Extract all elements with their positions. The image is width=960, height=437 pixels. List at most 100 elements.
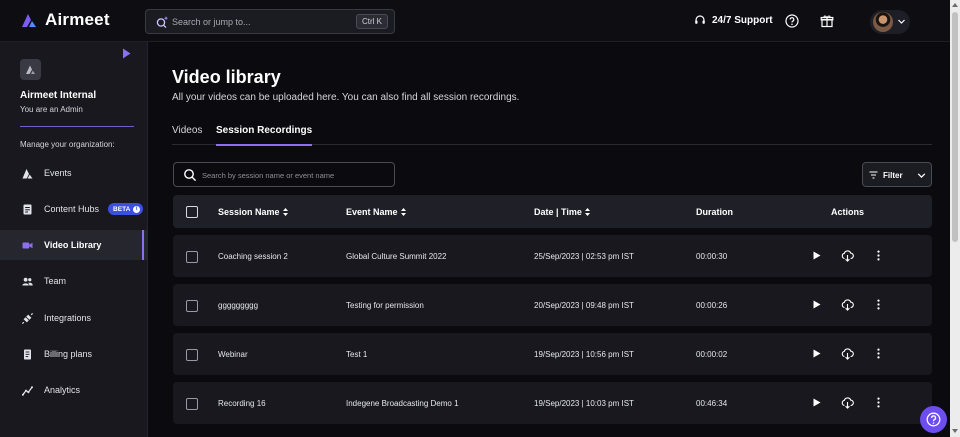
- table-header: Session Name Event Name Date | Time Dura…: [173, 195, 932, 228]
- recordings-search-input[interactable]: Search by session name or event name: [173, 162, 395, 187]
- help-chat-button[interactable]: [920, 406, 947, 433]
- session-name-cell: Webinar: [218, 350, 248, 359]
- more-options-icon[interactable]: [873, 348, 884, 359]
- event-name-cell: Indegene Broadcasting Demo 1: [346, 399, 459, 408]
- session-name-cell: ggggggggg: [218, 301, 259, 310]
- page-subtitle: All your videos can be uploaded here. Yo…: [172, 92, 520, 103]
- support-label: 24/7 Support: [712, 14, 773, 26]
- tab-bar: Videos Session Recordings: [172, 125, 932, 146]
- page-title: Video library: [172, 67, 281, 87]
- date-time-cell: 19/Sep/2023 | 10:03 pm IST: [534, 399, 634, 408]
- video-icon: [22, 242, 33, 248]
- account-menu-button[interactable]: [870, 10, 910, 34]
- help-circle-icon: [926, 412, 941, 427]
- sort-icon: [400, 208, 406, 216]
- row-checkbox[interactable]: [186, 398, 198, 410]
- column-header-date-time[interactable]: Date | Time: [534, 207, 590, 217]
- table-row[interactable]: Coaching session 2 Global Culture Summit …: [173, 235, 932, 277]
- download-cloud-icon[interactable]: [841, 347, 854, 360]
- play-icon[interactable]: [811, 299, 822, 310]
- table-row[interactable]: ggggggggg Testing for permission 20/Sep/20…: [173, 284, 932, 326]
- analytics-icon: [22, 385, 33, 396]
- sidebar-item-events[interactable]: Events: [0, 158, 148, 188]
- column-label: Event Name: [346, 207, 398, 217]
- org-role: You are an Admin: [20, 105, 83, 114]
- org-name: Airmeet Internal: [20, 90, 97, 101]
- page-scrollbar[interactable]: [950, 0, 960, 437]
- date-time-cell: 20/Sep/2023 | 09:48 pm IST: [534, 301, 634, 310]
- sidebar-item-content-hubs[interactable]: Content Hubs BETA i: [0, 194, 148, 224]
- sidebar-item-team[interactable]: Team: [0, 266, 148, 296]
- chevron-down-icon: [917, 173, 926, 178]
- gift-icon[interactable]: [820, 14, 834, 28]
- headset-icon: [695, 15, 705, 24]
- more-options-icon[interactable]: [873, 397, 884, 408]
- org-divider: [20, 126, 134, 127]
- event-name-cell: Test 1: [346, 350, 368, 359]
- sort-icon: [584, 208, 590, 216]
- collapse-sidebar-icon[interactable]: [122, 48, 131, 59]
- table-row[interactable]: Recording 16 Indegene Broadcasting Demo 1…: [173, 382, 932, 424]
- select-all-checkbox[interactable]: [186, 206, 198, 218]
- row-checkbox[interactable]: [186, 251, 198, 263]
- sidebar-item-label: Analytics: [44, 385, 81, 395]
- column-label: Date | Time: [534, 207, 582, 217]
- column-header-actions: Actions: [831, 207, 865, 217]
- global-search-placeholder: Search or jump to...: [172, 17, 251, 27]
- sidebar-item-billing-plans[interactable]: Billing plans: [0, 339, 148, 369]
- tab-videos[interactable]: Videos: [172, 125, 202, 145]
- play-icon[interactable]: [811, 250, 822, 261]
- tab-session-recordings[interactable]: Session Recordings: [216, 125, 313, 146]
- content-hubs-icon: [23, 204, 32, 214]
- play-icon[interactable]: [811, 397, 822, 408]
- support-button[interactable]: 24/7 Support: [694, 14, 773, 26]
- sidebar: Airmeet Internal You are an Admin Manage…: [0, 42, 148, 437]
- search-shortcut-hint: Ctrl K: [356, 14, 388, 29]
- billing-icon: [24, 349, 31, 359]
- sort-icon: [282, 208, 288, 216]
- scroll-down-icon[interactable]: [952, 428, 958, 434]
- more-options-icon[interactable]: [873, 299, 884, 310]
- row-checkbox[interactable]: [186, 300, 198, 312]
- recordings-search-placeholder: Search by session name or event name: [202, 171, 335, 180]
- scroll-up-icon[interactable]: [952, 2, 958, 8]
- integrations-icon: [22, 312, 33, 324]
- manage-org-label: Manage your organization:: [20, 140, 115, 149]
- app-name: Airmeet: [45, 10, 110, 29]
- filter-button[interactable]: Filter: [862, 162, 932, 187]
- column-header-event-name[interactable]: Event Name: [346, 207, 406, 217]
- chevron-down-icon: [898, 19, 905, 24]
- duration-cell: 00:46:34: [696, 399, 728, 408]
- filter-icon: [869, 171, 878, 179]
- sidebar-item-label: Integrations: [44, 313, 92, 323]
- sidebar-item-analytics[interactable]: Analytics: [0, 375, 148, 405]
- help-circle-icon[interactable]: [785, 14, 799, 28]
- sidebar-item-video-library[interactable]: Video Library: [0, 230, 148, 260]
- more-options-icon[interactable]: [873, 250, 884, 261]
- airmeet-logo-icon: [22, 14, 36, 27]
- sidebar-item-label: Events: [44, 168, 72, 178]
- filter-label: Filter: [883, 171, 903, 180]
- duration-cell: 00:00:30: [696, 252, 728, 261]
- sidebar-item-integrations[interactable]: Integrations: [0, 303, 148, 333]
- download-cloud-icon[interactable]: [841, 396, 854, 409]
- search-icon: [184, 169, 197, 182]
- play-icon[interactable]: [811, 348, 822, 359]
- date-time-cell: 25/Sep/2023 | 02:53 pm IST: [534, 252, 634, 261]
- events-icon: [22, 168, 33, 178]
- sidebar-item-label: Video Library: [44, 240, 102, 250]
- app-logo[interactable]: Airmeet: [20, 10, 110, 30]
- table-row[interactable]: Webinar Test 1 19/Sep/2023 | 10:56 pm IST 0…: [173, 333, 932, 375]
- download-cloud-icon[interactable]: [841, 298, 854, 311]
- scrollbar-thumb[interactable]: [952, 12, 958, 242]
- global-search-input[interactable]: Search or jump to... Ctrl K: [145, 9, 395, 34]
- team-icon: [22, 277, 33, 285]
- column-header-session-name[interactable]: Session Name: [218, 207, 288, 217]
- row-checkbox[interactable]: [186, 349, 198, 361]
- session-name-cell: Coaching session 2: [218, 252, 288, 261]
- avatar: [873, 12, 893, 32]
- download-cloud-icon[interactable]: [841, 249, 854, 262]
- sidebar-item-label: Content Hubs: [44, 204, 100, 214]
- beta-badge: BETA i: [108, 203, 144, 215]
- org-logo-icon: [26, 65, 35, 74]
